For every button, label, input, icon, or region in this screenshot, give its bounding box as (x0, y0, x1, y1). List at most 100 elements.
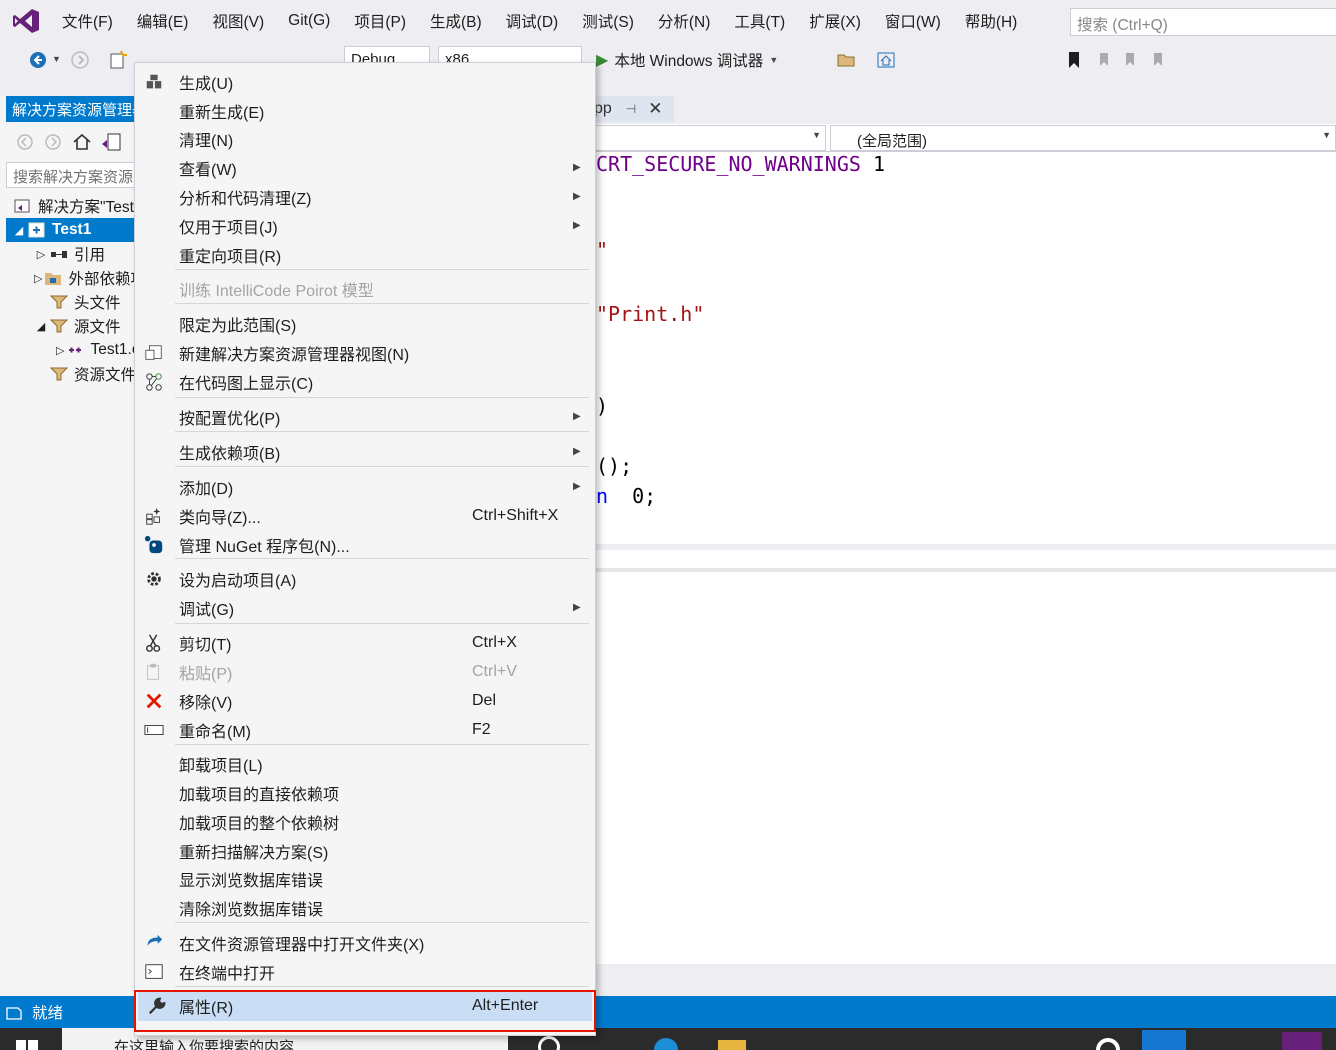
prev-bookmark-icon[interactable] (1094, 50, 1114, 70)
menu-item[interactable]: 帮助(H) (953, 10, 1030, 32)
file-explorer-icon[interactable] (718, 1040, 746, 1050)
menu-item-label: 在代码图上显示(C) (179, 375, 314, 393)
context-menu-item[interactable]: 重定向项目(R) (135, 240, 595, 269)
next-bookmark-icon[interactable] (1120, 50, 1140, 70)
context-menu-item[interactable]: 剪切(T) Ctrl+X (135, 628, 595, 657)
back-dropdown-icon[interactable]: ▼ (52, 54, 61, 64)
open-folder-icon[interactable] (836, 50, 856, 70)
menu-item[interactable]: 调试(D) (494, 10, 571, 32)
context-menu-item[interactable]: 重新生成(E) (135, 96, 595, 125)
context-menu-item[interactable]: 仅用于项目(J) ▶ (135, 211, 595, 240)
context-menu-item[interactable]: 卸载项目(L) (135, 749, 595, 778)
menu-separator (175, 986, 589, 987)
context-menu-item[interactable]: 生成依赖项(B) ▶ (135, 437, 595, 466)
context-menu-item[interactable]: 清除浏览数据库错误 (135, 893, 595, 922)
document-tab[interactable]: pp ⊣ ✕ (590, 96, 674, 122)
chrome-icon[interactable] (1096, 1038, 1120, 1050)
menu-item[interactable]: 分析(N) (646, 10, 723, 32)
tree-node[interactable]: ◢ 源文件 (6, 314, 140, 338)
home-icon[interactable] (72, 132, 92, 152)
context-menu-item[interactable]: 清理(N) (135, 124, 595, 153)
tree-node[interactable]: 头文件 (6, 290, 140, 314)
context-menu-item[interactable]: 查看(W) ▶ (135, 153, 595, 182)
expand-arrow-icon[interactable]: ▷ (34, 248, 48, 261)
context-menu-item[interactable]: 设为启动项目(A) (135, 564, 595, 593)
context-menu-item[interactable]: 限定为此范围(S) (135, 309, 595, 338)
menu-separator (175, 466, 589, 467)
visual-studio-logo-icon[interactable] (12, 8, 40, 34)
menu-item[interactable]: 项目(P) (342, 10, 418, 32)
expand-arrow-icon[interactable]: ▷ (56, 344, 64, 357)
tree-node[interactable]: 资源文件 (6, 362, 140, 386)
collapse-arrow-icon[interactable]: ◢ (12, 224, 26, 237)
context-menu-item[interactable]: 加载项目的直接依赖项 (135, 778, 595, 807)
pane-splitter[interactable] (590, 568, 1336, 572)
forward-icon[interactable] (70, 50, 90, 70)
task-view-icon[interactable] (538, 1036, 560, 1050)
code-editor[interactable] (590, 152, 1336, 544)
clear-bookmarks-icon[interactable] (1148, 50, 1168, 70)
windows-start-icon[interactable] (16, 1038, 38, 1050)
search-input[interactable]: 搜索 (Ctrl+Q) (1070, 8, 1336, 36)
menu-item-label: 重定向项目(R) (179, 248, 282, 266)
solution-search-input[interactable]: 搜索解决方案资源管理器 (6, 162, 140, 188)
pin-icon[interactable]: ⊣ (626, 102, 636, 116)
context-menu-item[interactable]: 在终端中打开 (135, 957, 595, 986)
tree-node[interactable]: ▷ Test1.cpp (6, 338, 140, 362)
context-menu-item[interactable]: 在文件资源管理器中打开文件夹(X) (135, 928, 595, 957)
close-icon[interactable]: ✕ (648, 99, 662, 119)
menu-item-shortcut: Ctrl+Shift+X (472, 506, 559, 524)
context-menu-item[interactable]: 类向导(Z)... Ctrl+Shift+X (135, 501, 595, 530)
menu-item[interactable]: Git(G) (276, 12, 342, 30)
tree-node-label: 头文件 (74, 295, 121, 312)
context-menu-item[interactable]: 重命名(M) F2 (135, 715, 595, 744)
context-menu-item[interactable]: 新建解决方案资源管理器视图(N) (135, 338, 595, 367)
tree-node[interactable]: ▷ 外部依赖项 (6, 266, 140, 290)
context-menu-item[interactable]: 添加(D) ▶ (135, 472, 595, 501)
forward-icon[interactable] (44, 133, 62, 151)
context-menu-item[interactable]: 分析和代码清理(Z) ▶ (135, 182, 595, 211)
context-menu-item[interactable]: 生成(U) (135, 67, 595, 96)
project-icon (28, 222, 46, 238)
global-scope-combo[interactable]: (全局范围) ▼ (830, 125, 1336, 151)
bookmark-icon[interactable] (1064, 50, 1084, 70)
menu-item[interactable]: 文件(F) (50, 10, 125, 32)
context-menu-item[interactable]: 加载项目的整个依赖树 (135, 807, 595, 836)
solution-explorer-title[interactable]: 解决方案资源管理器 (6, 96, 140, 122)
tree-node[interactable]: ▷ 引用 (6, 242, 140, 266)
project-scope-combo[interactable]: ▼ (590, 125, 826, 151)
context-menu-item[interactable]: 显示浏览数据库错误 (135, 864, 595, 893)
context-menu-item[interactable]: 重新扫描解决方案(S) (135, 836, 595, 865)
start-debugger-button[interactable]: ▶ 本地 Windows 调试器 ▼ (596, 48, 778, 72)
menu-item[interactable]: 工具(T) (722, 10, 797, 32)
folder-filter-icon (49, 366, 69, 382)
context-menu-item[interactable]: 调试(G) ▶ (135, 593, 595, 622)
output-window-icon[interactable] (6, 1004, 22, 1020)
menu-item[interactable]: 生成(B) (418, 10, 494, 32)
back-icon[interactable] (28, 50, 48, 70)
context-menu-item[interactable]: 按配置优化(P) ▶ (135, 402, 595, 431)
tree-node[interactable]: ◢ Test1 (6, 218, 140, 242)
collapse-arrow-icon[interactable]: ◢ (34, 320, 48, 333)
menu-item-label: 限定为此范围(S) (179, 317, 297, 335)
visual-studio-taskbar-icon[interactable] (1282, 1032, 1322, 1050)
menu-item[interactable]: 窗口(W) (873, 10, 953, 32)
context-menu-item[interactable]: 管理 NuGet 程序包(N)... (135, 530, 595, 559)
switch-views-icon[interactable] (100, 132, 122, 152)
menu-item[interactable]: 扩展(X) (797, 10, 873, 32)
solution-explorer-toolbar (6, 126, 140, 158)
context-menu-item[interactable]: 移除(V) Del (135, 686, 595, 715)
tree-node[interactable]: 解决方案"Test1" (6, 194, 140, 218)
back-icon[interactable] (16, 133, 34, 151)
edge-browser-icon[interactable] (654, 1038, 678, 1050)
menu-item[interactable]: 测试(S) (570, 10, 646, 32)
submenu-arrow-icon: ▶ (573, 481, 581, 492)
expand-arrow-icon[interactable]: ▷ (34, 272, 42, 285)
menu-item[interactable]: 编辑(E) (125, 10, 201, 32)
home-icon[interactable] (876, 50, 896, 70)
menu-item[interactable]: 视图(V) (200, 10, 276, 32)
blog-app-icon[interactable] (1142, 1030, 1186, 1050)
new-project-icon[interactable] (108, 50, 128, 70)
context-menu-item[interactable]: 在代码图上显示(C) (135, 367, 595, 396)
lower-editor-pane[interactable] (590, 544, 1336, 964)
